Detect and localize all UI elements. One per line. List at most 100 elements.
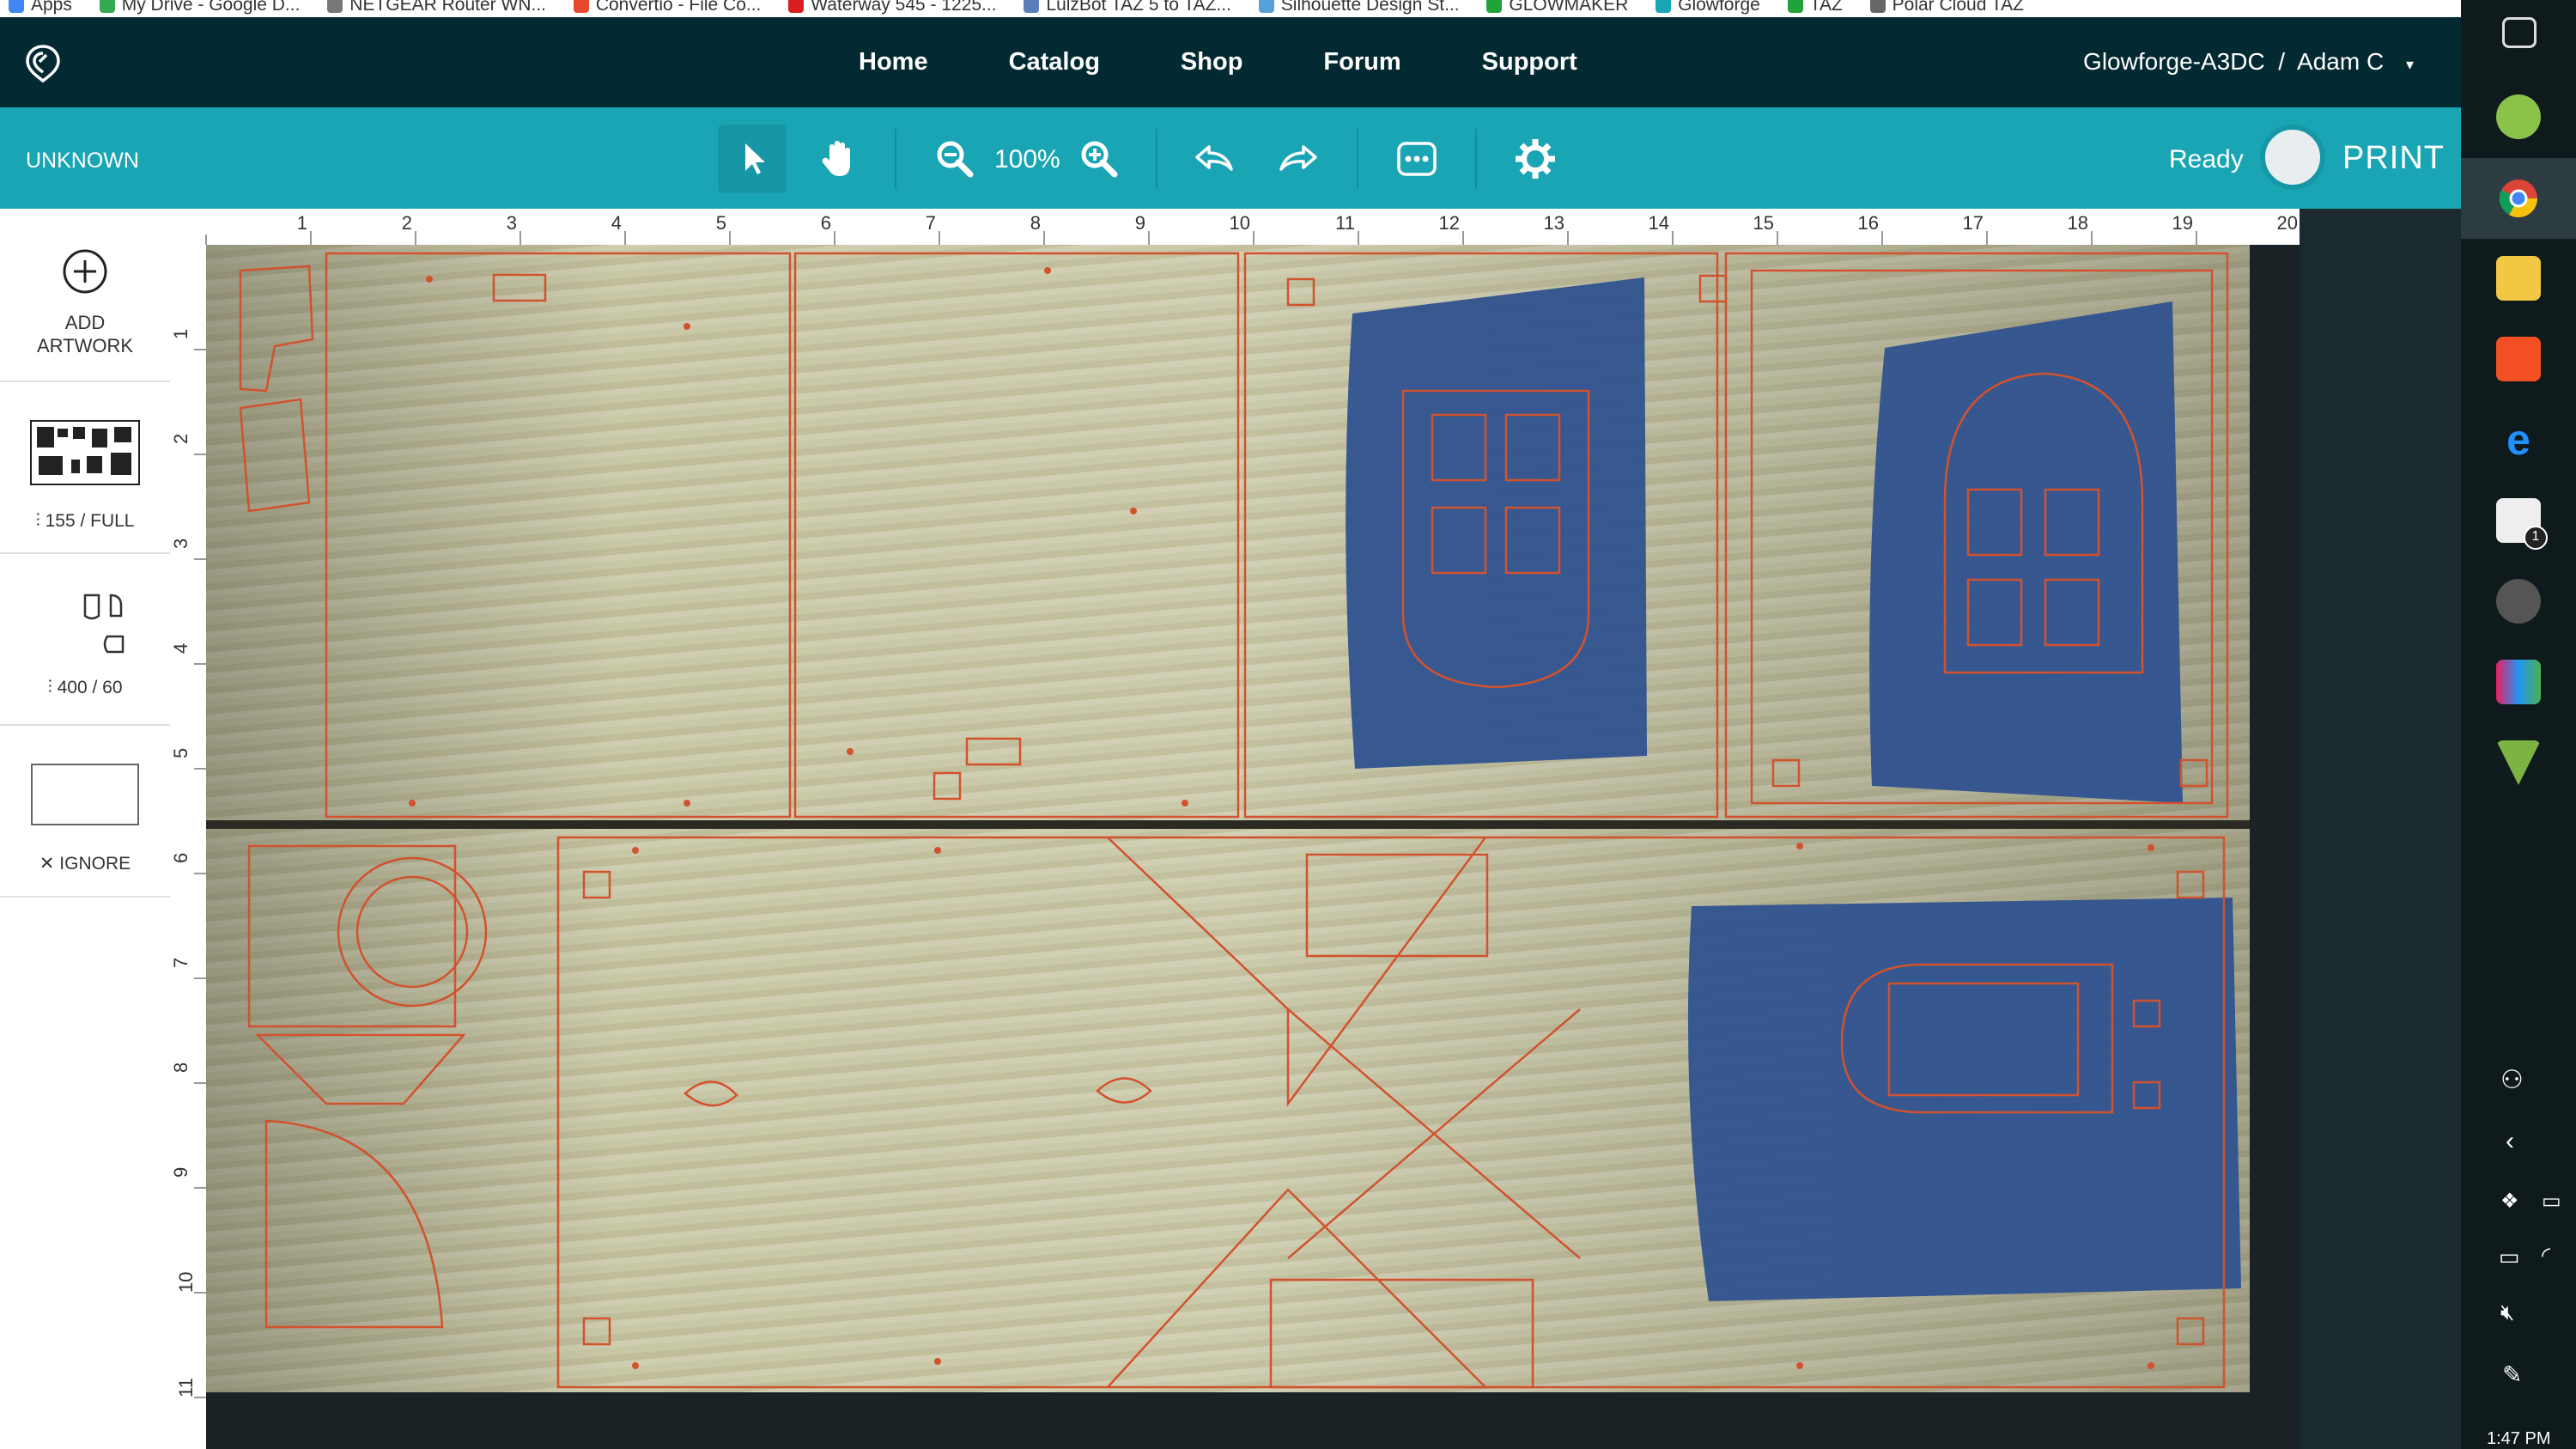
wifi-icon[interactable]: ◜ <box>2542 1242 2550 1269</box>
ruler-tick: 1 <box>170 329 191 339</box>
file-explorer-icon[interactable] <box>2496 256 2541 301</box>
toolbar-divider <box>1156 129 1157 189</box>
cut-shape[interactable] <box>1096 1077 1152 1104</box>
youtube-icon <box>788 0 805 14</box>
ruler-tick: 7 <box>926 212 936 234</box>
bookmark-icon <box>1486 0 1503 14</box>
roof-cutout[interactable] <box>1107 837 1487 1107</box>
print-label[interactable]: PRINT <box>2342 140 2445 177</box>
artwork-overlay[interactable] <box>206 245 2300 1449</box>
silhouette-icon <box>1258 0 1274 14</box>
bookmark-glowforge[interactable]: Glowforge <box>1656 0 1760 15</box>
material-label[interactable]: UNKNOWN <box>26 149 139 174</box>
bookmark-lulzbot[interactable]: LulzBot TAZ 5 to TAZ... <box>1024 0 1231 15</box>
gear-plate-cutout[interactable] <box>247 844 457 1028</box>
zoom-out-button[interactable] <box>929 133 981 185</box>
cut-setting[interactable]: ⫶ 400 / 60 <box>0 678 170 698</box>
chrome-icon <box>2499 180 2537 217</box>
cut-preview-icon <box>83 594 125 654</box>
task-view-icon[interactable] <box>2502 17 2537 48</box>
battery-icon[interactable]: ▭ <box>2499 1244 2520 1270</box>
zoom-level: 100% <box>994 145 1060 174</box>
cura-icon[interactable] <box>2496 94 2541 139</box>
nav-shop[interactable]: Shop <box>1181 48 1243 76</box>
ruler-tick: 13 <box>1544 212 1564 234</box>
pan-tool-button[interactable] <box>811 133 862 185</box>
cut-panel[interactable] <box>325 252 792 819</box>
apps-icon <box>9 0 24 14</box>
bookmark-silhouette[interactable]: Silhouette Design St... <box>1258 0 1460 15</box>
left-ruler: 1 2 3 4 5 6 7 8 9 10 11 <box>170 245 207 1449</box>
chimney-cutout[interactable] <box>1269 1278 1534 1389</box>
ruler-tick: 9 <box>1135 212 1145 234</box>
print-button[interactable] <box>2260 125 2325 190</box>
masking-tape <box>1687 898 2241 1301</box>
cut-step[interactable]: ⫶ 400 / 60 <box>0 552 170 726</box>
bookmark-glowmaker[interactable]: GLOWMAKER <box>1486 0 1628 15</box>
nav-support[interactable]: Support <box>1482 48 1577 76</box>
bookmark-netgear[interactable]: NETGEAR Router WN... <box>327 0 546 15</box>
media-player-icon[interactable] <box>2496 579 2541 624</box>
nav-home[interactable]: Home <box>859 48 928 76</box>
engrave-thumbnail[interactable] <box>30 420 140 485</box>
fan-cutout[interactable] <box>264 1119 444 1329</box>
cut-panel[interactable] <box>793 252 1240 819</box>
add-artwork-section[interactable]: ADD ARTWORK <box>0 209 170 382</box>
ruler-tick: 9 <box>170 1167 191 1178</box>
ruler-tick: 11 <box>175 1378 197 1397</box>
ruler-tick: 7 <box>170 958 191 968</box>
ruler-tick: 6 <box>821 212 831 234</box>
store-icon[interactable] <box>2496 337 2541 381</box>
cut-shape[interactable] <box>239 398 311 513</box>
bookmarks-bar: Apps My Drive - Google D... NETGEAR Rout… <box>0 0 2461 17</box>
nav-forum[interactable]: Forum <box>1323 48 1400 76</box>
more-options-button[interactable] <box>1391 133 1443 185</box>
bookmark-convertio[interactable]: Convertio - File Co... <box>573 0 761 15</box>
board-seam <box>206 820 2250 829</box>
pointer-icon <box>745 143 765 174</box>
bookmark-drive[interactable]: My Drive - Google D... <box>99 0 300 15</box>
select-tool-button[interactable] <box>718 125 787 193</box>
account-menu[interactable]: Glowforge-A3DC / Adam C ▾ <box>2083 48 2414 76</box>
mail-icon[interactable]: 1 <box>2496 498 2548 550</box>
bookmark-waterway[interactable]: Waterway 545 - 1225... <box>788 0 997 15</box>
ornament-cutout[interactable] <box>254 1033 466 1105</box>
people-icon[interactable]: ⚇ <box>2500 1065 2524 1095</box>
display-icon[interactable]: ▭ <box>2542 1189 2561 1214</box>
glowforge-logo-icon[interactable] <box>22 43 64 84</box>
pen-icon[interactable]: ✎ <box>2502 1361 2522 1389</box>
app-icon[interactable] <box>2496 660 2541 704</box>
dropbox-icon[interactable]: ❖ <box>2500 1189 2519 1214</box>
edge-icon[interactable]: e <box>2496 417 2541 462</box>
zoom-out-icon <box>937 141 974 178</box>
ruler-tick: 5 <box>716 212 726 234</box>
ruler-tick: 8 <box>1030 212 1041 234</box>
cut-shape[interactable] <box>683 1081 738 1107</box>
undo-button[interactable] <box>1188 133 1240 185</box>
ignore-thumbnail[interactable] <box>31 764 139 825</box>
volume-muted-icon[interactable]: 🔇︎ <box>2500 1299 2514 1326</box>
settings-button[interactable] <box>1510 133 1561 185</box>
bookmark-taz[interactable]: TAZ <box>1787 0 1843 15</box>
ignore-step[interactable]: ✕ IGNORE <box>0 724 170 898</box>
zoom-in-button[interactable] <box>1073 133 1125 185</box>
engrave-setting[interactable]: ⫶ 155 / FULL <box>0 511 170 532</box>
nav-catalog[interactable]: Catalog <box>1009 48 1100 76</box>
ignore-setting[interactable]: ✕ IGNORE <box>0 853 170 874</box>
engrave-step[interactable]: ⫶ 155 / FULL <box>0 381 170 554</box>
taskbar-chrome-slot[interactable] <box>2461 158 2576 239</box>
taskbar-clock[interactable]: 1:47 PM <box>2487 1429 2550 1449</box>
solidworks-icon[interactable] <box>2496 740 2541 785</box>
redo-button[interactable] <box>1273 133 1324 185</box>
ruler-tick: 20 <box>2277 212 2298 234</box>
add-circle-icon[interactable] <box>62 248 108 295</box>
ruler-tick: 17 <box>1963 212 1984 234</box>
ruler-tick: 4 <box>611 212 622 234</box>
roof-cutout[interactable] <box>1107 1188 1486 1388</box>
bookmark-apps[interactable]: Apps <box>9 0 72 15</box>
cut-shape[interactable] <box>239 265 314 393</box>
more-icon <box>1397 142 1437 176</box>
chevron-left-icon[interactable]: ‹ <box>2506 1127 2514 1156</box>
workspace-canvas[interactable] <box>206 245 2300 1449</box>
bookmark-polar-cloud[interactable]: Polar Cloud TAZ <box>1869 0 2024 15</box>
